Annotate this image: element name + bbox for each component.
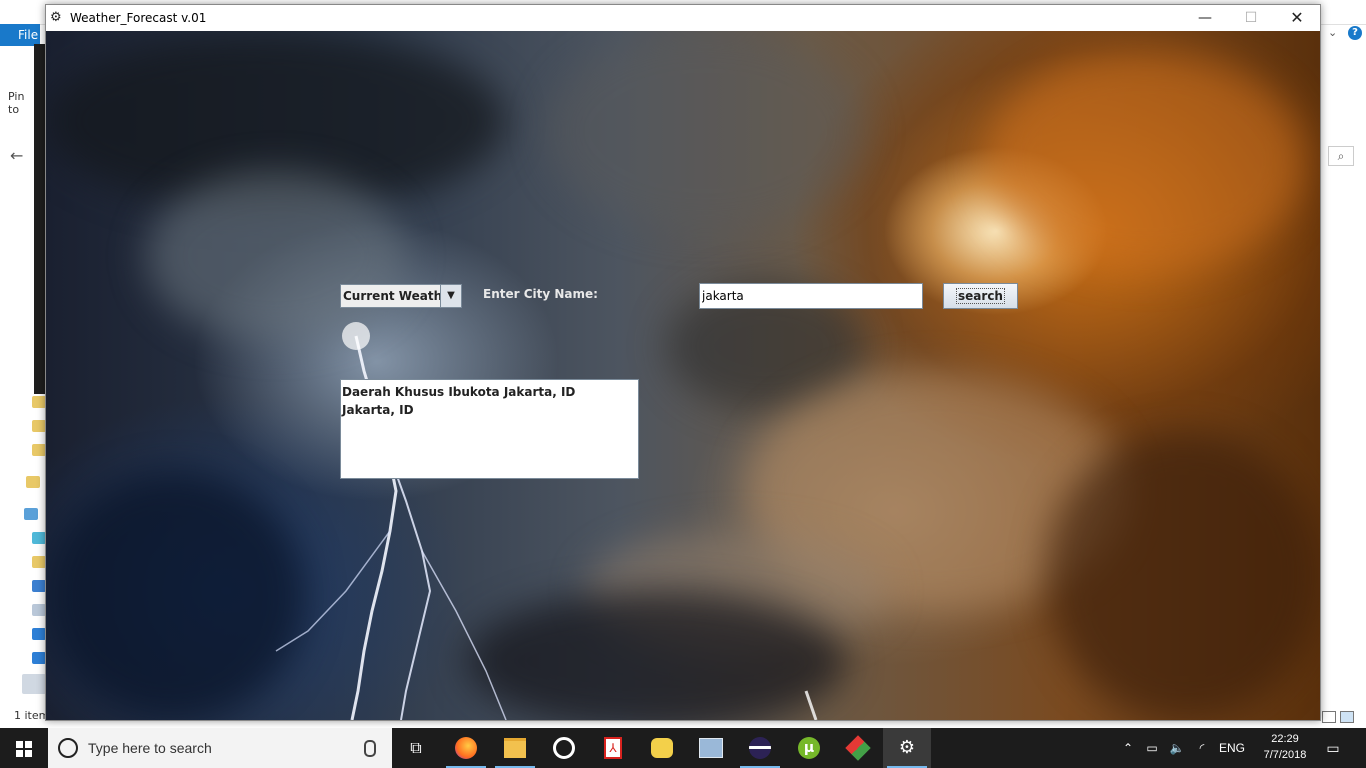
utorrent-icon[interactable]: µ bbox=[785, 728, 833, 768]
weather-background: Current Weather ▼ Enter City Name: searc… bbox=[46, 31, 1320, 720]
folder-icon[interactable] bbox=[32, 444, 46, 456]
desktop-icon[interactable] bbox=[32, 556, 46, 568]
city-results-list[interactable]: Daerah Khusus Ibukota Jakarta, ID Jakart… bbox=[340, 379, 639, 479]
help-icon[interactable]: ? bbox=[1348, 26, 1362, 40]
system-clock[interactable]: 22:29 7/7/2018 bbox=[1250, 731, 1320, 763]
city-name-input[interactable] bbox=[699, 283, 923, 309]
lightning-bolt bbox=[275, 322, 818, 720]
show-hidden-icons[interactable]: ⌃ bbox=[1120, 728, 1136, 768]
task-view-icon[interactable]: ⧉ bbox=[392, 728, 440, 768]
cortana-icon bbox=[58, 738, 78, 758]
windows-logo-icon bbox=[16, 741, 32, 757]
weather-app-window: ⚙ Weather_Forecast v.01 — ☐ ✕ Current We… bbox=[45, 4, 1321, 721]
clock-date: 7/7/2018 bbox=[1263, 749, 1307, 761]
weather-app-taskbar-icon[interactable]: ⚙ bbox=[883, 728, 931, 768]
language-indicator[interactable]: ENG bbox=[1218, 728, 1246, 768]
documents-icon[interactable] bbox=[32, 604, 46, 616]
minimize-button[interactable]: — bbox=[1182, 5, 1228, 31]
app-gear-icon: ⚙ bbox=[50, 10, 62, 25]
build-tool-icon[interactable] bbox=[834, 728, 882, 768]
notification-icon[interactable]: ▭ bbox=[1320, 728, 1346, 768]
app-titlebar[interactable]: ⚙ Weather_Forecast v.01 — ☐ ✕ bbox=[46, 5, 1320, 31]
volume-icon[interactable]: 🔈 bbox=[1166, 728, 1188, 768]
back-arrow-icon[interactable]: ← bbox=[10, 146, 23, 165]
file-explorer-icon[interactable] bbox=[491, 728, 539, 768]
microphone-icon[interactable] bbox=[364, 740, 376, 757]
taskbar: Type here to search ⧉ ⅄ µ ⚙ ⌃ ▭ 🔈 ◜ ENG … bbox=[0, 728, 1366, 768]
forecast-mode-select[interactable]: Current Weather ▼ bbox=[340, 284, 462, 308]
chevron-down-icon[interactable]: ▼ bbox=[440, 285, 461, 307]
3d-objects-icon[interactable] bbox=[32, 532, 46, 544]
explorer-view-toggles bbox=[1322, 708, 1362, 724]
window-title: Weather_Forecast v.01 bbox=[70, 11, 207, 25]
clock-time: 22:29 bbox=[1271, 733, 1299, 745]
wifi-icon[interactable]: ◜ bbox=[1192, 728, 1212, 768]
large-icons-view-icon[interactable] bbox=[1340, 711, 1354, 723]
explorer-nav-pane bbox=[22, 390, 46, 720]
close-button[interactable]: ✕ bbox=[1274, 5, 1320, 31]
search-icon[interactable]: ⌕ bbox=[1328, 146, 1354, 166]
eclipse-icon[interactable] bbox=[736, 728, 784, 768]
battery-icon[interactable]: ▭ bbox=[1142, 728, 1162, 768]
taskbar-search-placeholder: Type here to search bbox=[88, 740, 212, 756]
folder-icon[interactable] bbox=[32, 396, 46, 408]
search-button[interactable]: search bbox=[943, 283, 1018, 309]
maximize-button[interactable]: ☐ bbox=[1228, 5, 1274, 31]
taskbar-search-box[interactable]: Type here to search bbox=[48, 728, 392, 768]
music-icon[interactable] bbox=[32, 652, 46, 664]
game-app-icon[interactable] bbox=[638, 728, 686, 768]
city-name-label: Enter City Name: bbox=[483, 287, 598, 301]
list-item[interactable]: Daerah Khusus Ibukota Jakarta, ID bbox=[342, 383, 637, 401]
downloads-icon[interactable] bbox=[32, 628, 46, 640]
this-pc-icon[interactable] bbox=[24, 508, 38, 520]
details-view-icon[interactable] bbox=[1322, 711, 1336, 723]
media-player-icon[interactable] bbox=[540, 728, 588, 768]
explorer-file-tab[interactable]: File bbox=[0, 24, 40, 46]
pictures-icon[interactable] bbox=[22, 674, 46, 694]
pdf-reader-icon[interactable]: ⅄ bbox=[589, 728, 637, 768]
folder-icon[interactable] bbox=[26, 476, 40, 488]
folder-icon[interactable] bbox=[32, 420, 46, 432]
list-item[interactable]: Jakarta, ID bbox=[342, 401, 637, 419]
search-button-label: search bbox=[956, 288, 1005, 304]
network-app-icon[interactable] bbox=[687, 728, 735, 768]
documents-icon[interactable] bbox=[32, 580, 46, 592]
firefox-icon[interactable] bbox=[442, 728, 490, 768]
chevron-down-icon[interactable]: ⌄ bbox=[1328, 26, 1337, 39]
start-button[interactable] bbox=[0, 728, 48, 768]
